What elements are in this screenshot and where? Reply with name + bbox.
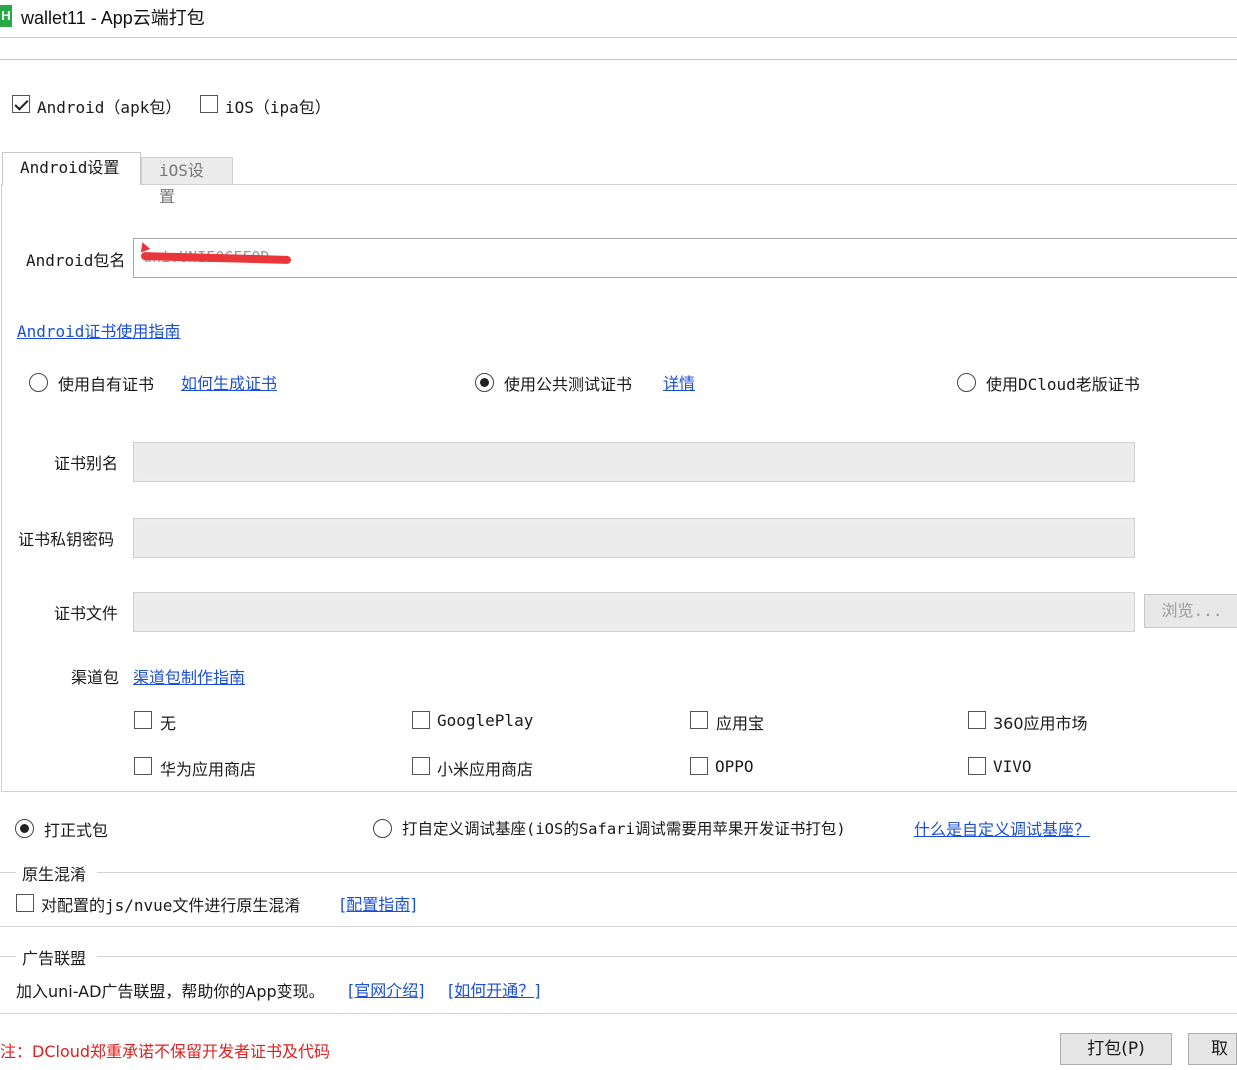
channel-none-checkbox[interactable]: [134, 711, 152, 729]
toolbar-divider: [0, 59, 1237, 60]
channel-xiaomi-label: 小米应用商店: [437, 760, 534, 779]
obfuscation-group-border-bottom: [0, 926, 1237, 927]
ad-group-border-right: [97, 956, 1237, 957]
tab-android-settings[interactable]: Android设置: [2, 152, 141, 185]
cert-file-label: 证书文件: [54, 604, 119, 623]
cert-password-label: 证书私钥密码: [18, 530, 115, 549]
channel-huawei-checkbox[interactable]: [134, 757, 152, 775]
channel-yingyongbao-checkbox[interactable]: [690, 711, 708, 729]
obfuscation-group-border-right: [97, 872, 1237, 873]
public-test-cert-radio[interactable]: [475, 373, 494, 392]
channel-oppo-label: OPPO: [715, 757, 754, 776]
browse-button[interactable]: 浏览...: [1144, 594, 1237, 628]
channel-none-label: 无: [160, 714, 177, 733]
ad-legend: 广告联盟: [22, 949, 87, 968]
package-name-input[interactable]: [133, 238, 1237, 278]
channel-yingyongbao-label: 应用宝: [716, 714, 765, 733]
title-bar: H wallet11 - App云端打包: [0, 0, 1237, 38]
ad-intro-link[interactable]: [官网介绍]: [348, 977, 425, 1001]
channel-googleplay-label: GooglePlay: [437, 711, 534, 730]
ad-group-border-bottom: [0, 1013, 1237, 1014]
channel-360-checkbox[interactable]: [968, 711, 986, 729]
channel-googleplay-checkbox[interactable]: [412, 711, 430, 729]
own-cert-radio[interactable]: [29, 373, 48, 392]
custom-base-label: 打自定义调试基座(iOS的Safari调试需要用苹果开发证书打包): [402, 820, 846, 838]
ios-platform-label: iOS（ipa包）: [225, 98, 331, 117]
channel-oppo-checkbox[interactable]: [690, 757, 708, 775]
custom-base-help-link[interactable]: 什么是自定义调试基座？: [914, 816, 1090, 840]
channel-label: 渠道包: [71, 668, 120, 687]
formal-build-label: 打正式包: [44, 821, 109, 840]
channel-xiaomi-checkbox[interactable]: [412, 757, 430, 775]
obfuscation-checkbox[interactable]: [16, 894, 34, 912]
cert-alias-label: 证书别名: [54, 454, 119, 473]
window-title: wallet11 - App云端打包: [21, 8, 205, 28]
ad-group-border-left: [0, 956, 16, 957]
app-logo-icon: H: [0, 5, 12, 27]
tab-ios-settings[interactable]: iOS设置: [141, 157, 233, 206]
package-name-label: Android包名: [26, 251, 126, 270]
channel-guide-link[interactable]: 渠道包制作指南: [133, 664, 245, 688]
android-platform-label: Android（apk包）: [37, 98, 182, 117]
channel-360-label: 360应用市场: [993, 714, 1088, 733]
dcloud-old-cert-radio[interactable]: [957, 373, 976, 392]
channel-vivo-label: VIVO: [993, 757, 1032, 776]
public-cert-details-link[interactable]: 详情: [663, 370, 695, 394]
obfuscation-legend: 原生混淆: [22, 865, 87, 884]
formal-build-radio[interactable]: [15, 819, 34, 838]
ios-platform-checkbox[interactable]: [200, 95, 218, 113]
cert-password-input[interactable]: [133, 518, 1135, 558]
privacy-notice: 注：DCloud郑重承诺不保留开发者证书及代码: [0, 1042, 331, 1061]
obfuscation-label: 对配置的js/nvue文件进行原生混淆: [41, 896, 301, 915]
public-test-cert-label: 使用公共测试证书: [504, 375, 633, 394]
channel-vivo-checkbox[interactable]: [968, 757, 986, 775]
how-to-generate-cert-link[interactable]: 如何生成证书: [181, 370, 277, 394]
ad-howto-link[interactable]: [如何开通？]: [448, 977, 541, 1001]
channel-huawei-label: 华为应用商店: [160, 760, 257, 779]
own-cert-label: 使用自有证书: [58, 375, 155, 394]
obfuscation-guide-link[interactable]: [配置指南]: [340, 891, 417, 915]
cert-file-input[interactable]: [133, 592, 1135, 632]
cert-alias-input[interactable]: [133, 442, 1135, 482]
android-cert-guide-link[interactable]: Android证书使用指南: [17, 318, 180, 342]
obfuscation-group-border-left: [0, 872, 16, 873]
android-platform-checkbox[interactable]: [12, 95, 30, 113]
cancel-button[interactable]: 取消: [1188, 1033, 1237, 1065]
dcloud-old-cert-label: 使用DCloud老版证书: [986, 375, 1140, 394]
ad-description: 加入uni-AD广告联盟，帮助你的App变现。: [16, 982, 325, 1001]
custom-base-radio[interactable]: [373, 819, 392, 838]
pack-button[interactable]: 打包(P): [1060, 1033, 1172, 1065]
